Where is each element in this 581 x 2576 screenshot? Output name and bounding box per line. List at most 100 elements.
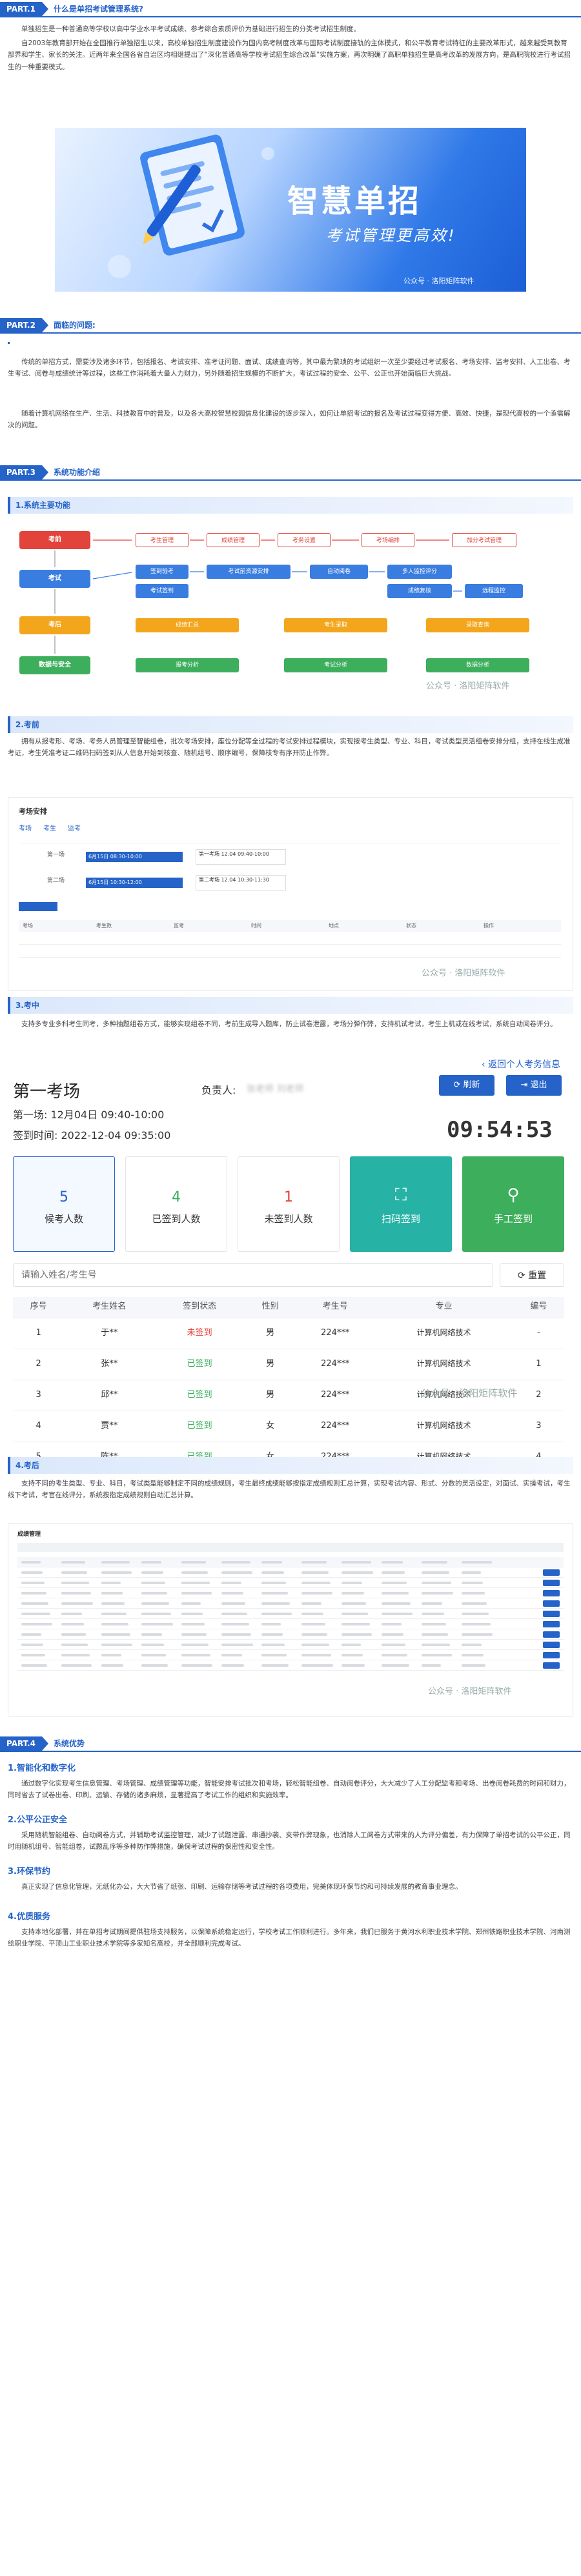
cell-sex: 男 bbox=[245, 1380, 296, 1411]
score-cell-placeholder bbox=[141, 1571, 163, 1574]
advantage-title-2: 2.公平公正安全 bbox=[8, 1815, 67, 1825]
cell-code: 3 bbox=[513, 1411, 564, 1442]
score-cell-placeholder bbox=[462, 1602, 487, 1605]
score-cell-placeholder bbox=[21, 1664, 47, 1667]
score-cell-placeholder bbox=[301, 1633, 327, 1636]
filter-bar bbox=[17, 1543, 564, 1552]
signin-time: 签到时间: 2022-12-04 09:35:00 bbox=[13, 1129, 171, 1142]
advantage-text-1: 通过数字化实现考生信息管理、考场管理、成绩管理等功能，智能安排考试批次和考场，轻… bbox=[8, 1780, 571, 1800]
score-cell-placeholder bbox=[341, 1602, 366, 1605]
row-action-button[interactable] bbox=[543, 1662, 560, 1669]
score-cell-placeholder bbox=[341, 1613, 368, 1615]
manual-signin-button[interactable]: ⚲ 手工签到 bbox=[462, 1156, 564, 1252]
candidate-row[interactable]: 2 张** 已签到男 224*** 计算机网络技术 1 bbox=[13, 1349, 564, 1380]
search-input[interactable] bbox=[13, 1263, 493, 1287]
score-cell-placeholder bbox=[422, 1602, 442, 1605]
score-cell-placeholder bbox=[382, 1654, 407, 1656]
schedule-row-label: 第二场 bbox=[47, 878, 65, 884]
add-session-button[interactable] bbox=[19, 902, 57, 911]
section-before-exam: 2.考前 bbox=[8, 716, 573, 733]
score-cell-placeholder bbox=[221, 1644, 253, 1646]
flow-stage-before: 考前 bbox=[19, 531, 90, 549]
tab-room[interactable]: 考场 bbox=[19, 823, 32, 835]
score-cell-placeholder bbox=[181, 1664, 212, 1667]
score-cell-placeholder bbox=[301, 1582, 331, 1584]
score-cell-placeholder bbox=[261, 1654, 287, 1656]
advantage-text-2: 采用随机智能组卷、自动阅卷方式，并辅助考试监控管理，减少了试题泄露、串通抄袭、夹… bbox=[8, 1831, 571, 1851]
score-cell-placeholder bbox=[101, 1613, 127, 1615]
score-cell-placeholder bbox=[21, 1654, 45, 1656]
flow-stage-after: 考后 bbox=[19, 616, 90, 634]
back-link[interactable]: ‹ 返回个人考务信息 bbox=[482, 1057, 560, 1073]
score-cell-placeholder bbox=[422, 1582, 451, 1584]
score-cell-placeholder bbox=[382, 1644, 405, 1646]
score-cell-placeholder bbox=[101, 1644, 132, 1646]
reset-button[interactable]: ⟳ 重置 bbox=[500, 1263, 564, 1287]
flow-item: 成绩复核 bbox=[387, 584, 452, 598]
schedule-range[interactable]: 6月15日 10:30-12:00 bbox=[86, 878, 183, 888]
score-cell-placeholder bbox=[21, 1561, 41, 1564]
cell-major: 计算机网络技术 bbox=[374, 1349, 513, 1380]
section-after-exam: 4.考后 bbox=[8, 1457, 573, 1474]
score-cell-placeholder bbox=[341, 1644, 361, 1646]
score-cell-placeholder bbox=[462, 1644, 482, 1646]
row-action-button[interactable] bbox=[543, 1590, 560, 1596]
score-cell-placeholder bbox=[341, 1582, 362, 1584]
score-cell-placeholder bbox=[21, 1644, 43, 1646]
row-action-button[interactable] bbox=[543, 1642, 560, 1648]
score-cell-placeholder bbox=[101, 1633, 130, 1636]
schedule-range[interactable]: 6月15日 08:30-10:00 bbox=[86, 852, 183, 862]
score-cell-placeholder bbox=[261, 1623, 281, 1625]
stat-card-waiting[interactable]: 5 候考人数 bbox=[13, 1156, 115, 1252]
refresh-button[interactable]: ⟳ 刷新 bbox=[439, 1075, 494, 1096]
screenshot-watermark: 公众号 · 洛阳矩阵软件 bbox=[428, 1687, 512, 1696]
row-action-button[interactable] bbox=[543, 1580, 560, 1586]
stat-card-signed[interactable]: 4 已签到人数 bbox=[125, 1156, 227, 1252]
score-cell-placeholder bbox=[422, 1571, 449, 1574]
advantage-title-1: 1.智能化和数字化 bbox=[8, 1764, 76, 1773]
score-cell-placeholder bbox=[141, 1613, 171, 1615]
row-action-button[interactable] bbox=[543, 1652, 560, 1658]
banner-title: 智慧单招 bbox=[287, 183, 422, 219]
schedule-title: 考场安排 bbox=[19, 807, 47, 816]
row-action-button[interactable] bbox=[543, 1631, 560, 1638]
part1-paragraph-1: 单独招生是一种普通高等学校以高中学业水平考试成绩、参考综合素质评价为基础进行招生… bbox=[21, 25, 360, 33]
candidate-row[interactable]: 1 于** 未签到男 224*** 计算机网络技术 - bbox=[13, 1318, 564, 1349]
part2-paragraph-2: 随着计算机网络在生产、生活、科技教育中的普及，以及各大高校智慧校园信息化建设的逐… bbox=[8, 410, 571, 430]
score-cell-placeholder bbox=[101, 1664, 123, 1667]
exam-schedule-screenshot: 考场安排 考场 考生 监考 第一场 6月15日 08:30-10:00 第一考场… bbox=[8, 797, 573, 991]
score-cell-placeholder bbox=[261, 1582, 286, 1584]
score-cell-placeholder bbox=[462, 1561, 492, 1564]
row-action-button[interactable] bbox=[543, 1621, 560, 1627]
score-cell-placeholder bbox=[462, 1654, 484, 1656]
score-cell-placeholder bbox=[382, 1561, 403, 1564]
score-cell-placeholder bbox=[101, 1654, 121, 1656]
score-cell-placeholder bbox=[181, 1561, 206, 1564]
cell-status: 已签到 bbox=[154, 1411, 245, 1442]
logout-button[interactable]: ⇥ 退出 bbox=[506, 1075, 562, 1096]
tab-proctor[interactable]: 监考 bbox=[68, 823, 81, 835]
flow-item: 远程监控 bbox=[465, 584, 523, 598]
score-title: 成绩管理 bbox=[17, 1531, 41, 1538]
cell-no: 1 bbox=[13, 1318, 65, 1349]
candidate-row[interactable]: 4 贾** 已签到女 224*** 计算机网络技术 3 bbox=[13, 1411, 564, 1442]
part4-header: PART.4 系统优势 bbox=[0, 1736, 581, 1751]
cell-no: 2 bbox=[13, 1349, 65, 1380]
score-cell-placeholder bbox=[181, 1613, 203, 1615]
scan-signin-button[interactable]: ⛶ 扫码签到 bbox=[350, 1156, 452, 1252]
score-cell-placeholder bbox=[221, 1592, 243, 1595]
row-action-button[interactable] bbox=[543, 1600, 560, 1607]
score-table-row bbox=[17, 1629, 564, 1640]
row-action-button[interactable] bbox=[543, 1569, 560, 1576]
schedule-table-row bbox=[19, 946, 561, 958]
score-cell-placeholder bbox=[341, 1664, 365, 1667]
stat-card-unsigned[interactable]: 1 未签到人数 bbox=[238, 1156, 340, 1252]
cell-name: 邱** bbox=[64, 1380, 155, 1411]
cell-status: 未签到 bbox=[154, 1318, 245, 1349]
flow-item: 签到验考 bbox=[136, 565, 189, 579]
score-cell-placeholder bbox=[462, 1592, 485, 1595]
score-cell-placeholder bbox=[422, 1561, 447, 1564]
flow-item: 多人监控评分 bbox=[387, 565, 452, 579]
row-action-button[interactable] bbox=[543, 1611, 560, 1617]
tab-candidate[interactable]: 考生 bbox=[43, 823, 56, 835]
